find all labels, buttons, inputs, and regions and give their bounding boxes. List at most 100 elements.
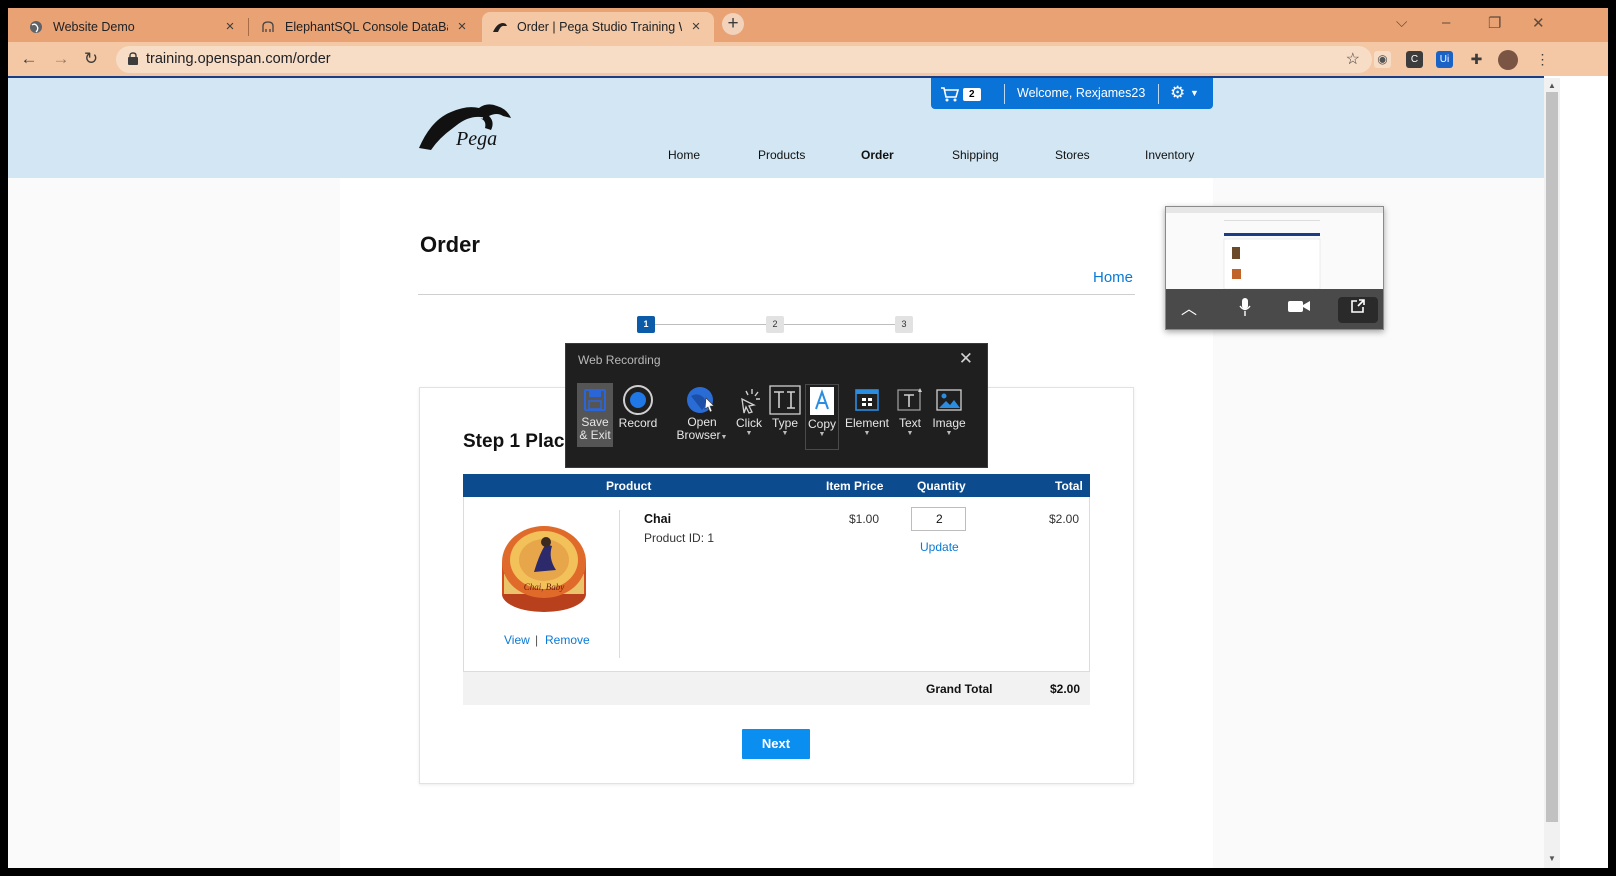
- scroll-down-icon[interactable]: ▼: [1548, 854, 1556, 863]
- step-indicator-2: 2: [766, 316, 784, 333]
- tool-label: Image: [932, 416, 966, 430]
- chevron-down-icon: ▼: [863, 430, 871, 437]
- nav-stores[interactable]: Stores: [1055, 148, 1090, 162]
- close-icon[interactable]: ✕: [959, 349, 973, 369]
- copy-tool-button[interactable]: Copy ▼: [805, 384, 839, 450]
- quantity-input[interactable]: 2: [911, 507, 966, 531]
- text-tool-button[interactable]: Text ▼: [894, 384, 926, 437]
- back-icon[interactable]: ←: [18, 48, 40, 70]
- step-indicator-3: 3: [895, 316, 913, 333]
- tab-elephantsql[interactable]: ElephantSQL Console DataBase f ×: [250, 12, 480, 42]
- click-icon: [741, 389, 760, 414]
- line-total: $2.00: [1049, 512, 1080, 526]
- microphone-icon[interactable]: [1230, 297, 1260, 323]
- link-separator: |: [535, 633, 539, 647]
- breadcrumb-home-link[interactable]: Home: [1093, 269, 1133, 286]
- user-bar: 2 Welcome, Rexjames23 ⚙ ▼: [931, 78, 1213, 109]
- tool-label: Element: [844, 416, 890, 430]
- remove-product-link[interactable]: Remove: [545, 633, 590, 647]
- image-tool-button[interactable]: Image ▼: [929, 384, 969, 437]
- image-icon: [936, 389, 962, 411]
- gear-icon[interactable]: ⚙: [1170, 83, 1185, 103]
- pega-icon: [492, 19, 508, 35]
- user-bar-divider: [1158, 84, 1159, 104]
- close-tab-icon[interactable]: ×: [222, 19, 238, 35]
- close-tab-icon[interactable]: ×: [688, 19, 704, 35]
- share-screen-icon[interactable]: [1338, 297, 1378, 323]
- tab-search-icon[interactable]: ⌵: [1396, 14, 1407, 31]
- bookmark-star-icon[interactable]: ☆: [1346, 49, 1360, 69]
- record-icon: [623, 385, 653, 415]
- text-icon: [897, 388, 922, 411]
- lock-icon: [128, 52, 138, 65]
- copy-icon: [810, 387, 834, 415]
- scroll-up-icon[interactable]: ▲: [1548, 81, 1556, 90]
- tool-label: Copy: [807, 417, 836, 431]
- view-product-link[interactable]: View: [504, 633, 530, 647]
- page-viewport: Pega 2 Welcome, Rexjames23 ⚙ ▼ Home Prod…: [8, 78, 1544, 868]
- page-scrollbar[interactable]: ▲ ▼: [1544, 78, 1560, 868]
- tab-title: Order | Pega Studio Training Web: [517, 20, 682, 34]
- globe-cursor-icon: [687, 387, 715, 413]
- extension-uipath-icon[interactable]: Ui: [1436, 51, 1453, 68]
- extensions-puzzle-icon[interactable]: ✚: [1468, 51, 1485, 68]
- nav-shipping[interactable]: Shipping: [952, 148, 999, 162]
- tab-title: Website Demo: [53, 20, 135, 34]
- nav-inventory[interactable]: Inventory: [1145, 148, 1194, 162]
- grand-total-label: Grand Total: [926, 682, 993, 696]
- type-icon: [769, 385, 801, 415]
- record-button[interactable]: Record: [618, 384, 658, 430]
- update-quantity-link[interactable]: Update: [920, 540, 959, 554]
- save-exit-button[interactable]: Save & Exit: [577, 384, 613, 442]
- step-indicator-1: 1: [637, 316, 655, 333]
- extension-ce-icon[interactable]: C: [1406, 51, 1423, 68]
- tab-title: ElephantSQL Console DataBase f: [285, 20, 448, 34]
- type-tool-button[interactable]: Type ▼: [768, 384, 802, 437]
- chevron-down-icon: ▼: [906, 430, 914, 437]
- tool-label: Record: [618, 416, 658, 430]
- tab-pega-order[interactable]: Order | Pega Studio Training Web ×: [482, 12, 714, 42]
- reload-icon[interactable]: ↻: [80, 48, 102, 70]
- video-call-preview[interactable]: ︿: [1165, 206, 1384, 330]
- recorder-title: Web Recording: [578, 353, 661, 367]
- nav-order[interactable]: Order: [861, 148, 894, 162]
- tab-website-demo[interactable]: Website Demo ×: [18, 12, 248, 42]
- chevron-down-icon: ▼: [720, 434, 728, 441]
- tab-bar: Website Demo × ElephantSQL Console DataB…: [8, 8, 1608, 42]
- scrollbar-thumb[interactable]: [1546, 92, 1558, 822]
- col-header-quantity: Quantity: [917, 479, 966, 493]
- address-bar[interactable]: training.openspan.com/order ☆: [116, 46, 1372, 73]
- element-tool-button[interactable]: Element ▼: [844, 384, 890, 437]
- tool-label: Open: [687, 415, 717, 429]
- minimize-icon[interactable]: –: [1442, 14, 1450, 31]
- cart-button[interactable]: 2: [940, 84, 981, 104]
- close-window-icon[interactable]: ✕: [1532, 14, 1545, 32]
- nav-products[interactable]: Products: [758, 148, 805, 162]
- forward-icon[interactable]: →: [50, 48, 72, 70]
- chai-product-image: Chai, Baby: [502, 526, 586, 612]
- order-table-header: Product Item Price Quantity Total: [463, 474, 1090, 497]
- chevron-down-icon[interactable]: ▼: [1190, 88, 1199, 98]
- restore-icon[interactable]: ❐: [1488, 14, 1501, 32]
- product-name: Chai: [644, 512, 672, 526]
- pega-logo-text: Pega: [456, 128, 498, 150]
- tool-label: Click: [736, 416, 762, 430]
- call-controls: ︿: [1166, 289, 1383, 329]
- chevron-down-icon: ▼: [781, 430, 789, 437]
- profile-avatar[interactable]: [1498, 50, 1518, 70]
- expand-chevron-icon[interactable]: ︿: [1174, 297, 1204, 323]
- click-tool-button[interactable]: Click ▼: [732, 384, 766, 437]
- next-button[interactable]: Next: [742, 729, 810, 759]
- close-tab-icon[interactable]: ×: [454, 19, 470, 35]
- col-header-item-price: Item Price: [826, 479, 884, 493]
- elephant-icon: [260, 19, 276, 35]
- cell-divider: [619, 510, 620, 658]
- chevron-down-icon: ▼: [745, 430, 753, 437]
- cart-count-badge: 2: [963, 87, 981, 101]
- open-browser-button[interactable]: Open Browser▼: [674, 384, 730, 444]
- new-tab-button[interactable]: +: [722, 13, 744, 35]
- nav-home[interactable]: Home: [668, 148, 700, 162]
- browser-menu-icon[interactable]: ⋮: [1534, 51, 1551, 68]
- extension-shield-icon[interactable]: ◉: [1374, 51, 1391, 68]
- camera-icon[interactable]: [1284, 297, 1314, 323]
